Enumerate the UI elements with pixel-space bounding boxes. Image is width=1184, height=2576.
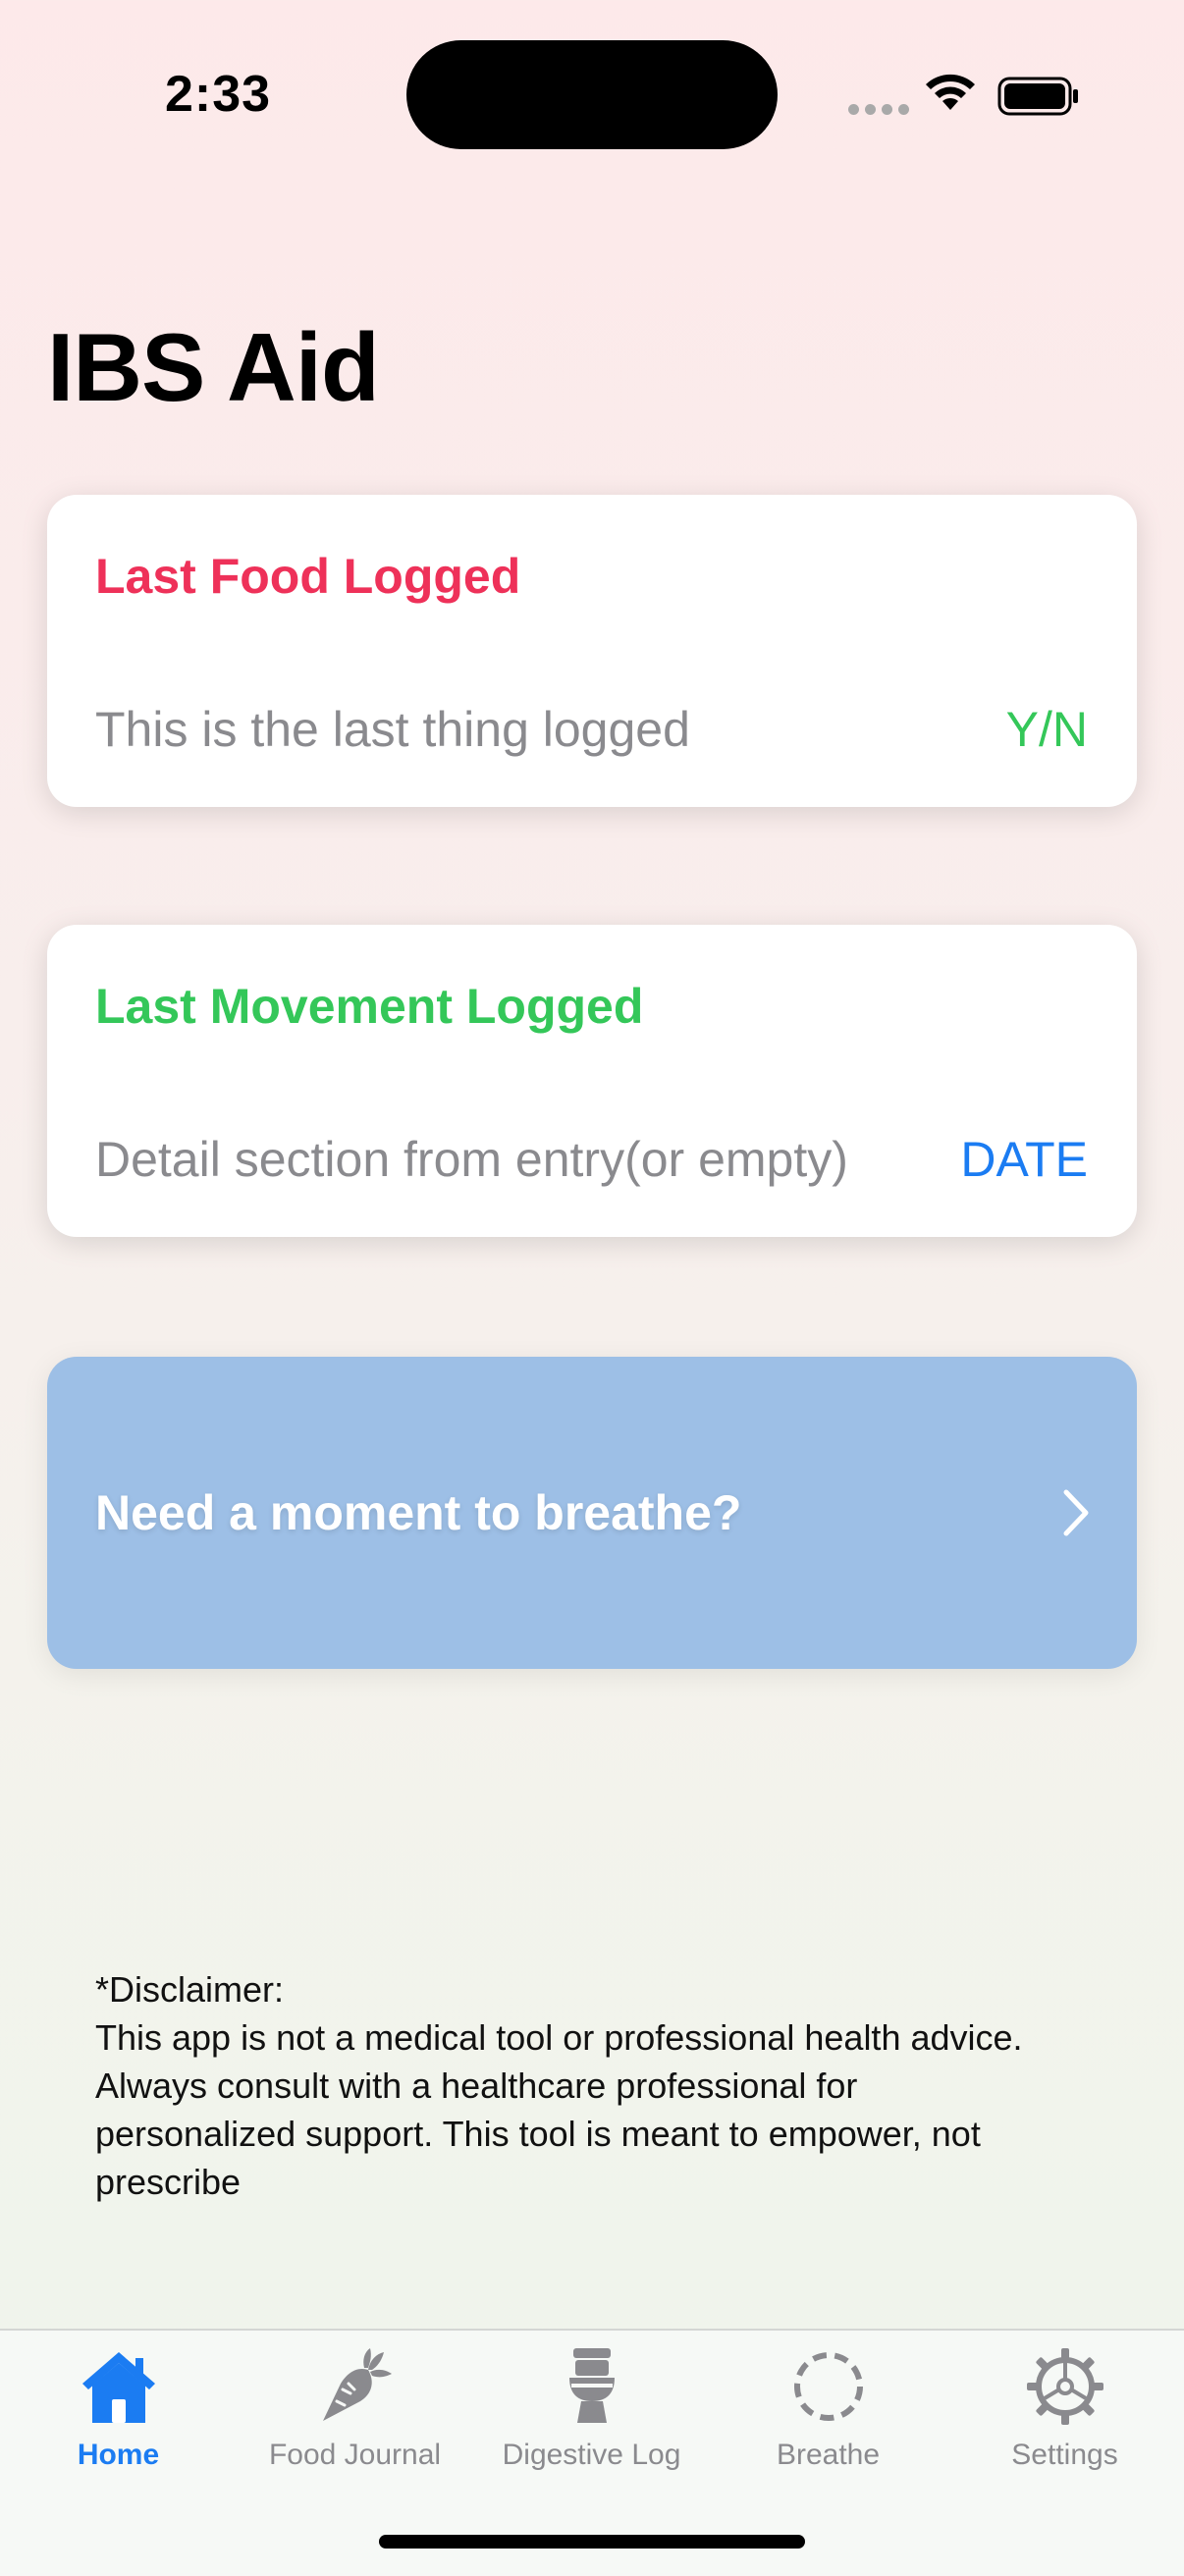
disclaimer: *Disclaimer: This app is not a medical t… [95,1965,1106,2206]
last-movement-date: DATE [960,1132,1088,1187]
tab-home[interactable]: Home [0,2331,237,2488]
dynamic-island [406,40,778,149]
dashed-circle-icon [793,2352,863,2421]
last-food-detail: This is the last thing logged [95,702,690,757]
last-food-yn: Y/N [1005,702,1088,757]
tab-food-journal[interactable]: Food Journal [237,2331,473,2488]
wifi-icon [926,74,975,110]
disclaimer-line: personalized support. This tool is meant… [95,2114,981,2154]
breathe-prompt-button[interactable]: Need a moment to breathe? [47,1357,1137,1669]
last-food-card[interactable]: Last Food Logged This is the last thing … [47,495,1137,807]
home-indicator[interactable] [379,2535,805,2549]
battery-icon [997,77,1078,116]
cellular-signal-icon [848,104,909,116]
disclaimer-line: This app is not a medical tool or profes… [95,2017,1023,2058]
tab-settings[interactable]: Settings [946,2331,1183,2488]
gear-icon [1026,2348,1103,2425]
tab-label-digestive-log: Digestive Log [502,2439,681,2471]
disclaimer-heading: *Disclaimer: [95,1969,285,2010]
tab-breathe[interactable]: Breathe [710,2331,946,2488]
disclaimer-line: Always consult with a healthcare profess… [95,2066,858,2106]
last-movement-title: Last Movement Logged [95,979,644,1034]
tab-digestive-log[interactable]: Digestive Log [473,2331,710,2488]
last-movement-card[interactable]: Last Movement Logged Detail section from… [47,925,1137,1237]
disclaimer-line: prescribe [95,2162,242,2202]
page-title: IBS Aid [47,313,380,421]
status-time: 2:33 [165,66,272,123]
tab-label-home: Home [77,2439,160,2471]
carrot-icon [322,2348,392,2421]
last-food-title: Last Food Logged [95,549,521,604]
toilet-icon [568,2348,615,2423]
tab-label-breathe: Breathe [776,2439,881,2471]
house-icon [81,2352,155,2423]
chevron-right-icon [1063,1489,1089,1536]
breathe-prompt-label: Need a moment to breathe? [95,1485,742,1540]
tab-label-food-journal: Food Journal [268,2439,442,2471]
tab-label-settings: Settings [1011,2439,1118,2471]
last-movement-detail: Detail section from entry(or empty) [95,1132,848,1187]
